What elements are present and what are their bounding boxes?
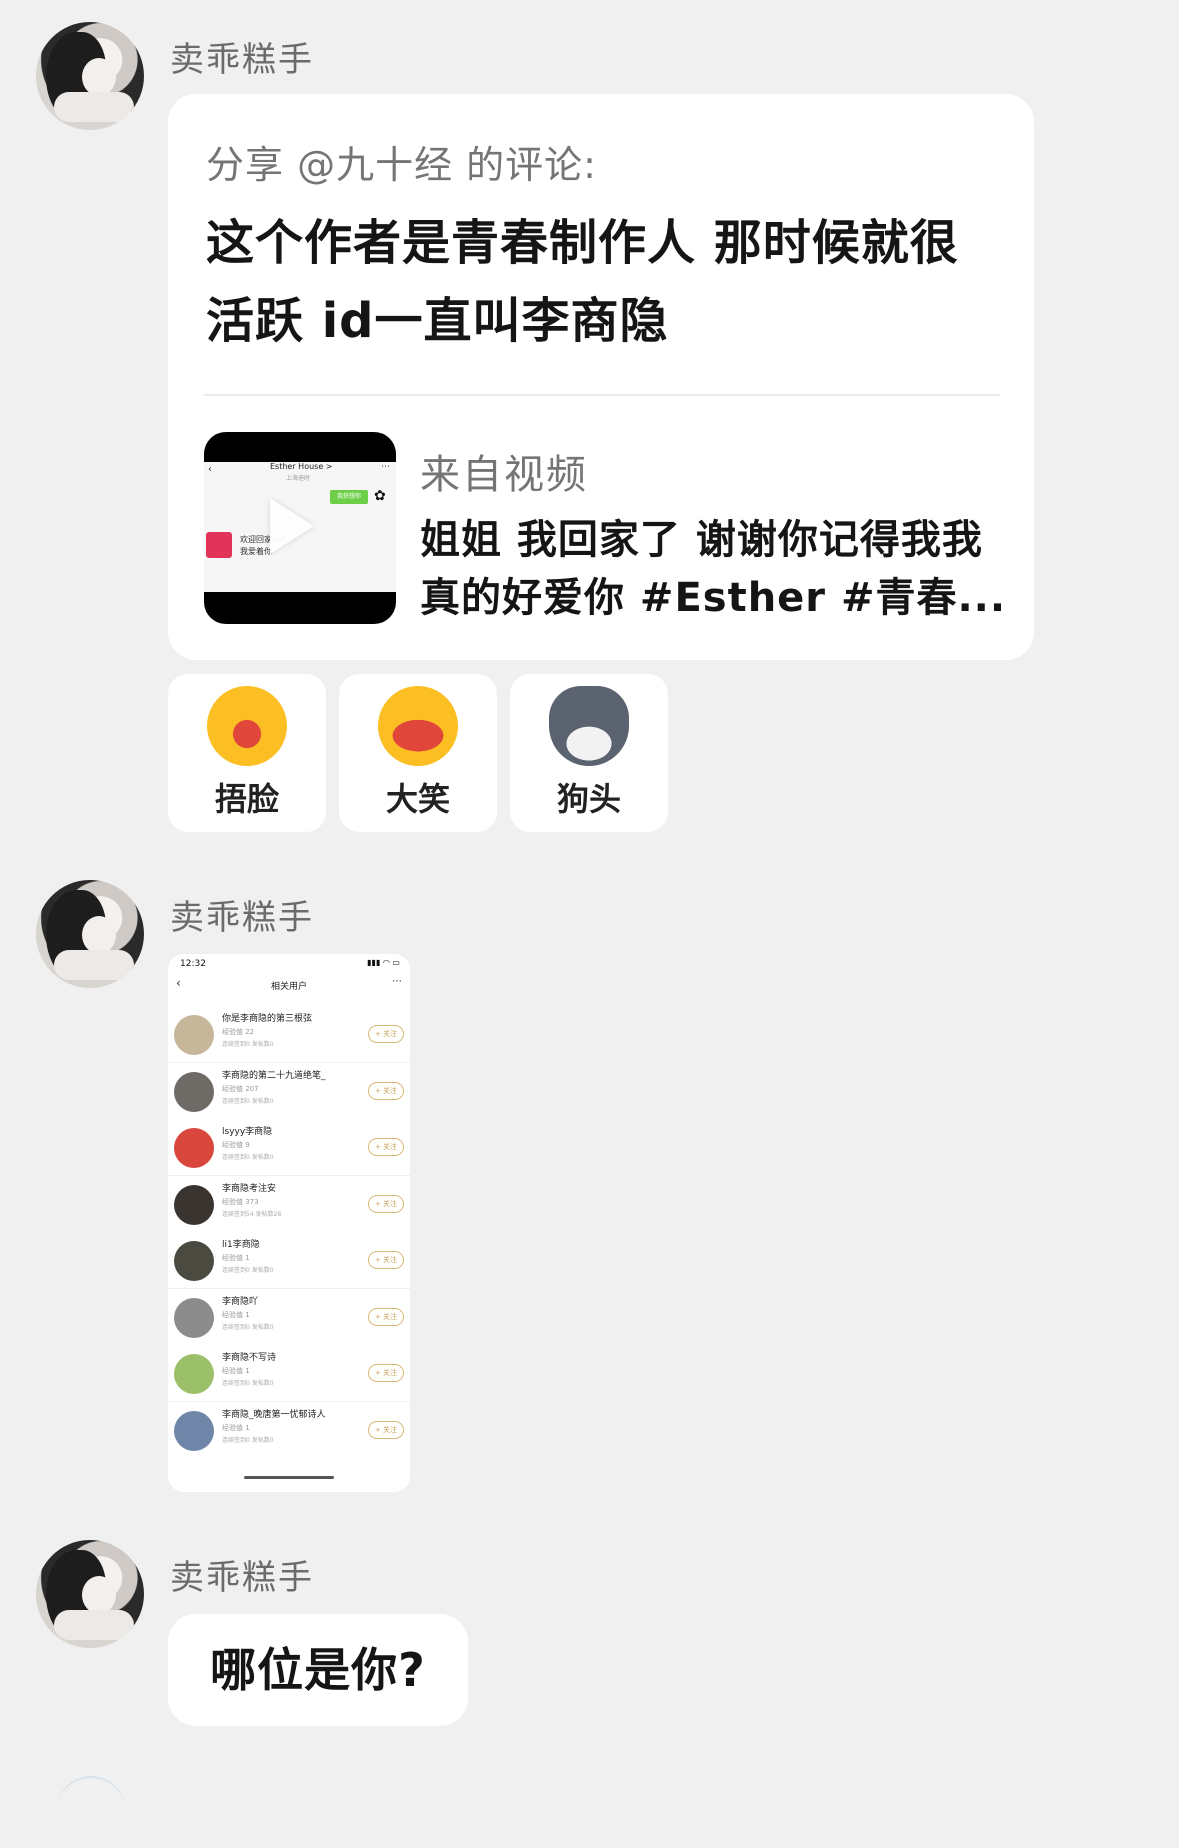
thumb-msg-2: 我爱着你 xyxy=(240,547,272,556)
user-list-row[interactable]: 李商隐的第二十九道绝笔_ 经验值 207 连续签到0 发帖数0 + 关注 xyxy=(168,1062,410,1120)
user-stats: 连续签到0 发帖数0 xyxy=(222,1097,274,1105)
sender-name: 卖乖糕手 xyxy=(170,898,314,938)
screenshot-footer xyxy=(168,1456,410,1492)
thumb-sticker-icon: ✿ xyxy=(374,488,386,504)
shared-comment-line-1: 这个作者是青春制作人 那时候就很 xyxy=(206,215,959,271)
user-exp: 经验值 1 xyxy=(222,1310,250,1319)
user-exp: 经验值 207 xyxy=(222,1084,259,1093)
user-stats: 连续签到0 发帖数0 xyxy=(222,1154,274,1161)
user-name: 李商隐不写诗 xyxy=(222,1353,277,1363)
user-list-row[interactable]: li1李商隐 经验值 1 连续签到0 发帖数0 + 关注 xyxy=(168,1232,410,1289)
video-desc-line-2: 真的好爱你 #Esther #青春... xyxy=(420,575,1007,621)
sender-avatar[interactable] xyxy=(36,1540,144,1648)
user-avatar xyxy=(174,1410,214,1451)
user-avatar xyxy=(174,1354,214,1394)
screenshot-title: 相关用户 xyxy=(270,982,307,992)
user-avatar xyxy=(174,1015,214,1055)
user-avatar xyxy=(174,1184,214,1225)
shared-comment-card[interactable]: 分享 @九十经 的评论: 这个作者是青春制作人 那时候就很 活跃 id一直叫李商… xyxy=(168,94,1034,660)
user-avatar xyxy=(174,1241,214,1281)
follow-button[interactable]: + 关注 xyxy=(368,1194,404,1213)
sticker-facepalm[interactable]: 捂脸 xyxy=(168,674,326,832)
user-name: lsyyy李商隐 xyxy=(222,1127,273,1137)
sender-name: 卖乖糕手 xyxy=(170,1558,314,1598)
status-time: 12:32 xyxy=(180,959,206,969)
user-name: 你是李商隐的第三根弦 xyxy=(222,1014,313,1024)
user-exp: 经验值 1 xyxy=(222,1423,250,1432)
thumb-avatar xyxy=(206,532,232,558)
dog-head-emoji-icon xyxy=(549,686,629,766)
sender-name: 卖乖糕手 xyxy=(170,40,314,80)
thumb-title: Esther House > xyxy=(270,462,333,471)
follow-button[interactable]: + 关注 xyxy=(368,1025,404,1043)
share-prefix: 分享 @九十经 的评论: xyxy=(206,143,597,187)
user-stats: 连续签到0 发帖数0 xyxy=(222,1041,274,1048)
sticker-label: 大笑 xyxy=(385,780,450,818)
user-list-row[interactable]: 李商隐吖经验值 1 连续签到0 发帖数0 + 关注 xyxy=(168,1288,410,1346)
play-icon xyxy=(270,498,314,554)
user-stats: 连续签到0 发帖数0 xyxy=(222,1436,274,1444)
status-icons: ▮▮▮ ◠ ▭ xyxy=(367,958,400,967)
next-avatar-partial xyxy=(56,1776,126,1848)
user-avatar xyxy=(174,1128,214,1168)
screenshot-header: 12:32 ▮▮▮ ◠ ▭ ‹ 相关用户 ⋯ xyxy=(168,954,410,1004)
follow-button[interactable]: + 关注 xyxy=(368,1307,404,1326)
user-list-row[interactable]: 你是李商隐的第三根弦 经验值 22 连续签到0 发帖数0 + 关注 xyxy=(168,1006,410,1063)
back-icon: ‹ xyxy=(208,464,212,475)
laugh-emoji-icon xyxy=(378,686,458,766)
user-stats: 连续签到0 发帖数0 xyxy=(222,1380,274,1387)
facepalm-emoji-icon xyxy=(207,686,287,766)
sender-avatar[interactable] xyxy=(36,880,144,988)
sticker-laugh[interactable]: 大笑 xyxy=(339,674,497,832)
user-name: 李商隐吖 xyxy=(222,1296,259,1307)
user-avatar xyxy=(174,1297,214,1338)
follow-button[interactable]: + 关注 xyxy=(368,1364,404,1382)
user-stats: 连续签到0 发帖数0 xyxy=(222,1323,274,1331)
sticker-dog-head[interactable]: 狗头 xyxy=(510,674,668,832)
video-thumbnail[interactable]: ‹ Esther House > 上海迪时 ⋯ 我获想你 ✿ 欢迎回家~ 我爱着… xyxy=(204,432,396,624)
user-list-row[interactable]: lsyyy李商隐 经验值 9 连续签到0 发帖数0 + 关注 xyxy=(168,1119,410,1176)
shared-comment-line-2: 活跃 id一直叫李商隐 xyxy=(206,293,669,349)
thumb-sub: 上海迪时 xyxy=(286,475,311,482)
thumb-tag: 我获想你 xyxy=(330,490,368,504)
follow-button[interactable]: + 关注 xyxy=(368,1420,404,1439)
sticker-label: 狗头 xyxy=(556,780,621,818)
user-exp: 经验值 1 xyxy=(222,1367,250,1375)
sticker-label: 捂脸 xyxy=(214,780,279,818)
user-exp: 经验值 1 xyxy=(222,1254,250,1262)
user-name: 李商隐_晚唐第一忧郁诗人 xyxy=(222,1409,326,1420)
from-video-label: 来自视频 xyxy=(420,452,588,498)
user-name: 李商隐考注安 xyxy=(222,1183,277,1194)
shared-screenshot-image[interactable]: 12:32 ▮▮▮ ◠ ▭ ‹ 相关用户 ⋯ 你是李商隐的第三根弦 经验值 22 连… xyxy=(168,954,410,1492)
follow-button[interactable]: + 关注 xyxy=(368,1081,404,1100)
user-stats: 连续签到0 发帖数0 xyxy=(222,1267,274,1274)
user-avatar xyxy=(174,1071,214,1112)
user-name: li1李商隐 xyxy=(222,1240,260,1250)
user-list-row[interactable]: 李商隐考注安 经验值 373 连续签到54 发帖数28 + 关注 xyxy=(168,1175,410,1233)
sender-avatar[interactable] xyxy=(36,22,144,130)
user-list-row[interactable]: 李商隐_晚唐第一忧郁诗人 经验值 1 连续签到0 发帖数0 + 关注 xyxy=(168,1401,410,1459)
follow-button[interactable]: + 关注 xyxy=(368,1251,404,1269)
more-icon: ⋯ xyxy=(392,976,402,987)
user-stats: 连续签到54 发帖数28 xyxy=(222,1210,282,1218)
user-exp: 经验值 373 xyxy=(222,1197,259,1206)
user-exp: 经验值 22 xyxy=(222,1028,255,1036)
card-divider xyxy=(204,394,1000,396)
video-desc-line-1: 姐姐 我回家了 谢谢你记得我我 xyxy=(420,517,983,563)
user-list-row[interactable]: 李商隐不写诗 经验值 1 连续签到0 发帖数0 + 关注 xyxy=(168,1345,410,1402)
message-bubble[interactable]: 哪位是你? xyxy=(168,1614,468,1726)
follow-button[interactable]: + 关注 xyxy=(368,1138,404,1156)
home-indicator xyxy=(244,1476,334,1479)
user-name: 李商隐的第二十九道绝笔_ xyxy=(222,1070,326,1081)
user-exp: 经验值 9 xyxy=(222,1141,250,1149)
more-icon: ⋯ xyxy=(381,462,390,472)
